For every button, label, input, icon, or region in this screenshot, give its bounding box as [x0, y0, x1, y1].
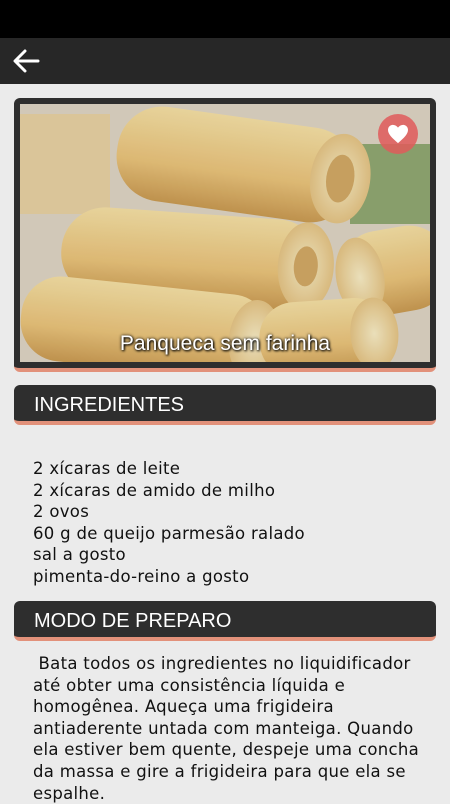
method-header: MODO DE PREPARO: [14, 601, 436, 641]
method-title: MODO DE PREPARO: [34, 610, 232, 632]
ingredient-item: 2 xícaras de amido de milho: [33, 480, 276, 500]
back-button[interactable]: [10, 46, 42, 76]
ingredient-item: 2 ovos: [33, 502, 90, 522]
ingredients-title: INGREDIENTES: [34, 394, 185, 416]
status-bar: [0, 0, 450, 38]
ingredients-header: INGREDIENTES: [14, 385, 436, 425]
method-text: Bata todos os ingredientes no liquidific…: [33, 654, 425, 803]
arrow-left-icon: [13, 49, 40, 73]
ingredients-list: 2 xícaras de leite 2 xícaras de amido de…: [33, 458, 433, 588]
heart-icon: [388, 124, 408, 144]
recipe-image-card: Panqueca sem farinha: [14, 98, 436, 372]
ingredient-item: 60 g de queijo parmesão ralado: [33, 523, 305, 543]
pancake-rolls-illustration: [20, 104, 430, 362]
ingredient-item: pimenta-do-reino a gosto: [33, 566, 250, 586]
app-bar: [0, 38, 450, 84]
favorite-button[interactable]: [378, 114, 418, 154]
ingredient-item: sal a gosto: [33, 545, 126, 565]
ingredient-item: 2 xícaras de leite: [33, 459, 181, 478]
recipe-photo: Panqueca sem farinha: [20, 104, 430, 362]
recipe-title: Panqueca sem farinha: [119, 332, 331, 355]
